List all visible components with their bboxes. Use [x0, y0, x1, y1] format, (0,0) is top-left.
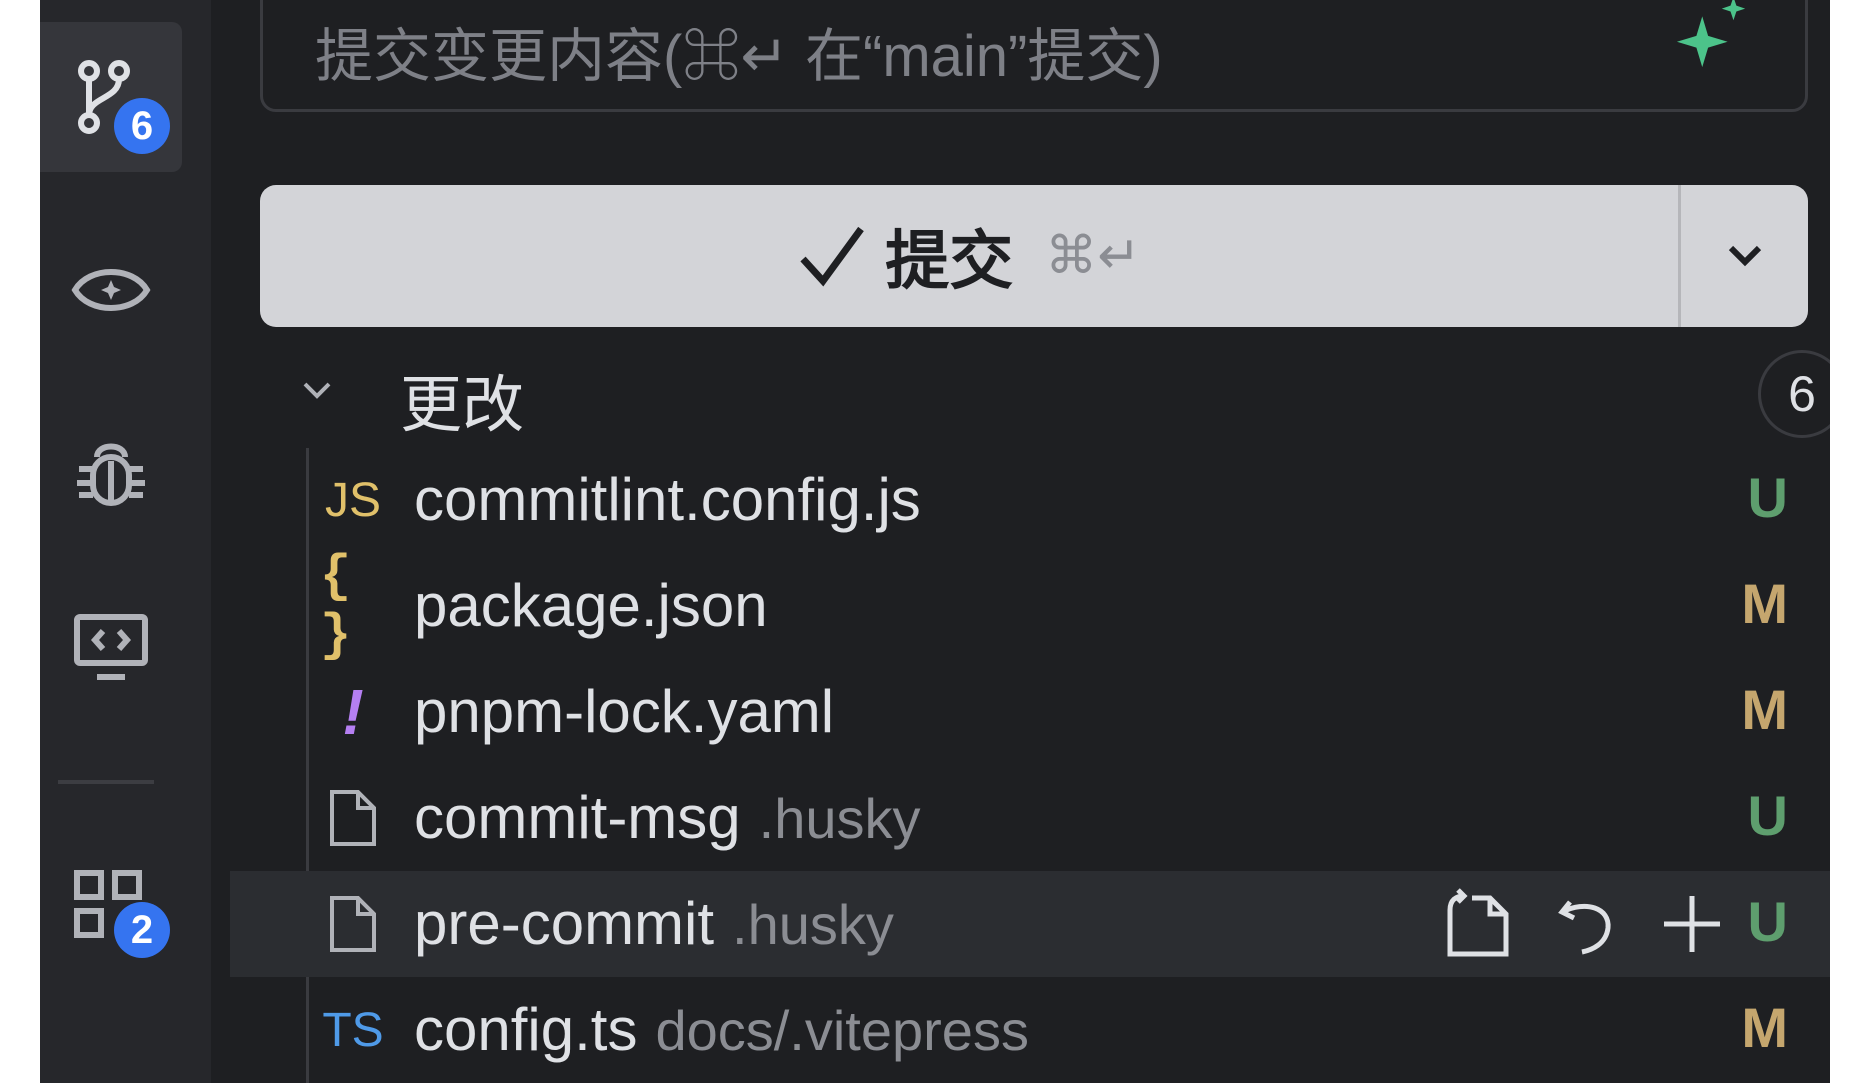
commit-button-shortcut: ⌘↵: [1045, 227, 1141, 285]
chevron-down-icon: [303, 382, 331, 399]
stage-changes-button[interactable]: [1649, 881, 1735, 967]
commit-button-label: 提交: [885, 225, 1014, 297]
changes-section-header[interactable]: 更改 6: [280, 350, 1830, 440]
debug-tab[interactable]: [40, 400, 182, 550]
file-status-badge: U: [1747, 784, 1788, 847]
file-directory: docs/.vitepress: [655, 999, 1029, 1062]
file-status-badge: U: [1747, 890, 1788, 953]
chevron-down-icon: [1728, 245, 1761, 267]
activity-divider: [58, 780, 154, 784]
file-status-badge: M: [1741, 678, 1788, 741]
changes-title: 更改: [400, 371, 525, 440]
file-icon: [320, 889, 386, 959]
source-control-badge: 6: [114, 98, 170, 154]
changed-file-row[interactable]: JS commitlint.config.js U: [230, 447, 1830, 553]
javascript-file-icon: JS: [324, 473, 381, 527]
typescript-file-icon: TS: [322, 1003, 384, 1057]
changed-file-row[interactable]: commit-msg .husky U: [230, 765, 1830, 871]
undo-icon: [1558, 900, 1611, 955]
eye-icon: [71, 269, 151, 311]
extensions-badge: 2: [114, 902, 170, 958]
preview-tab[interactable]: [40, 215, 182, 365]
file-status-badge: M: [1741, 996, 1788, 1059]
file-directory: .husky: [732, 893, 894, 956]
ai-generate-sparkle-icon[interactable]: [1673, 0, 1751, 71]
plus-icon: [1664, 896, 1720, 952]
file-name: pnpm-lock.yaml: [414, 678, 835, 745]
open-file-button[interactable]: [1435, 881, 1521, 967]
file-status-badge: M: [1741, 572, 1788, 635]
source-control-tab[interactable]: 6: [40, 22, 182, 172]
discard-changes-button[interactable]: [1545, 881, 1631, 967]
file-status-badge: U: [1747, 466, 1788, 529]
commit-message-input[interactable]: 提交变更内容(⌘↵ 在“main”提交): [260, 0, 1808, 112]
extensions-tab[interactable]: 2: [40, 830, 182, 980]
changes-count-badge: 6: [1758, 350, 1830, 438]
file-icon: [320, 783, 386, 853]
commit-message-placeholder: 提交变更内容(⌘↵ 在“main”提交): [315, 24, 1163, 89]
commit-button[interactable]: 提交 ⌘↵: [260, 185, 1678, 327]
row-actions: [1435, 881, 1735, 967]
remote-display-icon: [74, 614, 148, 680]
activity-bar: 6 2: [40, 0, 211, 1083]
file-name: commit-msg .husky: [414, 784, 921, 851]
changed-file-row[interactable]: TS config.ts docs/.vitepress M: [230, 977, 1830, 1083]
file-name: package.json: [414, 572, 768, 639]
bug-icon: [77, 443, 145, 506]
open-file-icon: [1447, 888, 1509, 957]
file-directory: .husky: [758, 787, 921, 850]
commit-options-dropdown[interactable]: [1681, 185, 1808, 327]
file-name: config.ts docs/.vitepress: [414, 996, 1029, 1063]
remote-explorer-tab[interactable]: [40, 570, 182, 720]
changed-file-row[interactable]: { } package.json M: [230, 547, 1830, 665]
json-file-icon: { }: [320, 547, 352, 665]
file-name: pre-commit .husky: [414, 890, 894, 957]
changed-file-row[interactable]: pre-commit .husky U: [230, 871, 1830, 977]
commit-button-group: 提交 ⌘↵: [260, 185, 1808, 327]
file-name: commitlint.config.js: [414, 466, 921, 533]
source-control-panel: 6 2 提交变更内容(⌘↵ 在“main”提交) 提交 ⌘↵ 更改 6 JS c…: [40, 0, 1830, 1083]
changed-file-row[interactable]: ! pnpm-lock.yaml M: [230, 659, 1830, 765]
yaml-file-icon: !: [342, 676, 364, 748]
check-icon: [800, 226, 865, 287]
